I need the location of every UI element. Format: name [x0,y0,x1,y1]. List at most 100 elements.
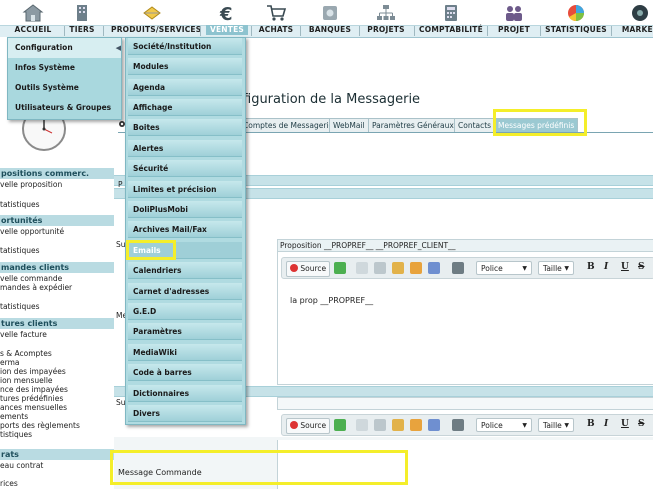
nav-separator [414,26,415,36]
sidebar-link[interactable]: eau contrat [0,461,114,471]
nav-label: PRODUITS/SERVICES [111,25,202,34]
menu-item-label: Configuration [15,43,73,52]
size-select[interactable]: Taille ▼ [538,418,574,432]
sidebar-group-title[interactable]: mandes clients [0,262,114,273]
submenu-modules[interactable]: Modules [128,58,242,75]
nav-label: TIERS [69,25,95,34]
submenu-code-barres[interactable]: Code à barres [128,364,242,381]
submenu-calendriers[interactable]: Calendriers [128,262,242,279]
submenu-dictionnaires[interactable]: Dictionnaires [128,385,242,402]
submenu-securite[interactable]: Sécurité [128,160,242,177]
paste-text-icon[interactable] [428,419,440,431]
sidebar-link[interactable]: tatistiques [0,200,114,210]
subject-field-2[interactable] [277,397,653,410]
cut-icon[interactable] [356,262,368,274]
submenu-doliplusmobi[interactable]: DoliPlusMobi [128,201,242,218]
menu-item-configuration[interactable]: Configuration ◀ [8,38,121,58]
nav-projet[interactable]: PROJET [491,0,537,36]
nav-accueil[interactable]: ACCUEIL [2,0,64,36]
nav-banques[interactable]: BANQUES [304,0,356,36]
submenu-archives-mail-fax[interactable]: Archives Mail/Fax [128,221,242,238]
sidebar-group-title[interactable]: positions commerc. [0,168,114,179]
font-select[interactable]: Police ▼ [476,261,532,275]
submenu-parametres-pdf[interactable]: Paramètres PDF/Interface [128,323,242,353]
paste-icon[interactable] [392,419,404,431]
highlight-box [493,109,587,136]
sidebar-link[interactable]: rices [0,479,114,489]
editor-body-text[interactable]: la prop __PROPREF__ [290,296,373,305]
sidebar-group-title[interactable]: tures clients [0,318,114,329]
nav-separator [611,26,612,36]
nav-label: STATISTIQUES [545,25,607,34]
nav-achats[interactable]: ACHATS [255,0,297,36]
cut-icon[interactable] [356,419,368,431]
font-select[interactable]: Police ▼ [476,418,532,432]
nav-separator [487,26,488,36]
org-chart-icon [377,5,395,20]
submenu-ged[interactable]: G.E.D [128,303,242,320]
sidebar-group-title[interactable]: ortunités [0,215,114,226]
copy-icon[interactable] [374,262,386,274]
nav-projets[interactable]: PROJETS [363,0,409,36]
tab-contacts[interactable]: Contacts [454,118,496,132]
building-icon [77,5,87,21]
maximize-icon[interactable] [334,419,346,431]
tab-webmail[interactable]: WebMail [329,118,369,132]
pie-chart-icon [568,5,584,22]
sidebar-link[interactable]: tistiques [0,430,114,440]
nav-ventes[interactable]: € VENTES [206,0,248,36]
strike-button[interactable]: S [638,262,645,272]
nav-label: ACCUEIL [14,25,52,34]
source-button[interactable]: Source [286,418,331,434]
paste-text-icon[interactable] [428,262,440,274]
submenu-agenda[interactable]: Agenda [128,79,242,96]
submenu-societe-institution[interactable]: Société/Institution [128,38,242,55]
copy-icon[interactable] [374,419,386,431]
nav-tiers[interactable]: TIERS [64,0,100,36]
underline-button[interactable]: U [621,419,629,429]
nav-separator [300,26,301,36]
subject-field[interactable]: Proposition __PROPREF__ __PROPREF_CLIENT… [278,240,653,252]
euro-icon: € [219,4,233,23]
sidebar-link[interactable]: velle facture [0,330,114,340]
sidebar-link[interactable]: tatistiques [0,246,114,256]
submenu-boites[interactable]: Boites [128,119,242,136]
italic-button[interactable]: I [604,419,608,429]
submenu-divers[interactable]: Divers [128,405,242,422]
nav-comptabilite[interactable]: COMPTABILITÉ [418,0,484,36]
italic-button[interactable]: I [604,262,608,272]
submenu-carnet-adresses[interactable]: Carnet d'adresses [128,283,242,300]
submenu-alertes[interactable]: Alertes [128,140,242,157]
bank-icon [323,6,337,20]
nav-market[interactable]: MARKET [615,0,653,36]
strike-button[interactable]: S [638,419,645,429]
paste-word-icon[interactable] [410,262,422,274]
submenu-limites-precision[interactable]: Limites et précision [128,181,242,198]
sidebar-link[interactable]: velle proposition [0,180,114,190]
submenu-affichage[interactable]: Affichage [128,99,242,116]
menu-item-outils-systeme[interactable]: Outils Système [8,78,121,98]
chevron-down-icon: ▼ [564,265,569,272]
sidebar-group-title[interactable]: rats [0,449,114,460]
paste-word-icon[interactable] [410,419,422,431]
underline-button[interactable]: U [621,262,629,272]
nav-statistiques[interactable]: STATISTIQUES [544,0,608,36]
bold-button[interactable]: B [587,262,595,272]
submenu-mediawiki[interactable]: MediaWiki [128,344,242,361]
sidebar-link[interactable]: mandes à expédier [0,283,114,293]
bold-button[interactable]: B [587,419,595,429]
sidebar-link[interactable]: tatistiques [0,302,114,312]
maximize-icon[interactable] [334,262,346,274]
chevron-left-icon: ◀ [115,44,121,52]
print-icon[interactable] [452,262,464,274]
tab-comptes-de-messagerie[interactable]: Comptes de Messagerie [239,118,338,132]
size-select[interactable]: Taille ▼ [538,261,574,275]
print-icon[interactable] [452,419,464,431]
sidebar-link[interactable]: velle opportunité [0,227,114,237]
menu-item-infos-systeme[interactable]: Infos Système [8,58,121,78]
menu-item-utilisateurs-groupes[interactable]: Utilisateurs & Groupes [8,98,121,118]
paste-icon[interactable] [392,262,404,274]
tab-parametres-generaux[interactable]: Paramètres Généraux [368,118,458,132]
nav-produits-services[interactable]: PRODUITS/SERVICES [111,0,202,36]
source-button[interactable]: Source [286,261,331,277]
